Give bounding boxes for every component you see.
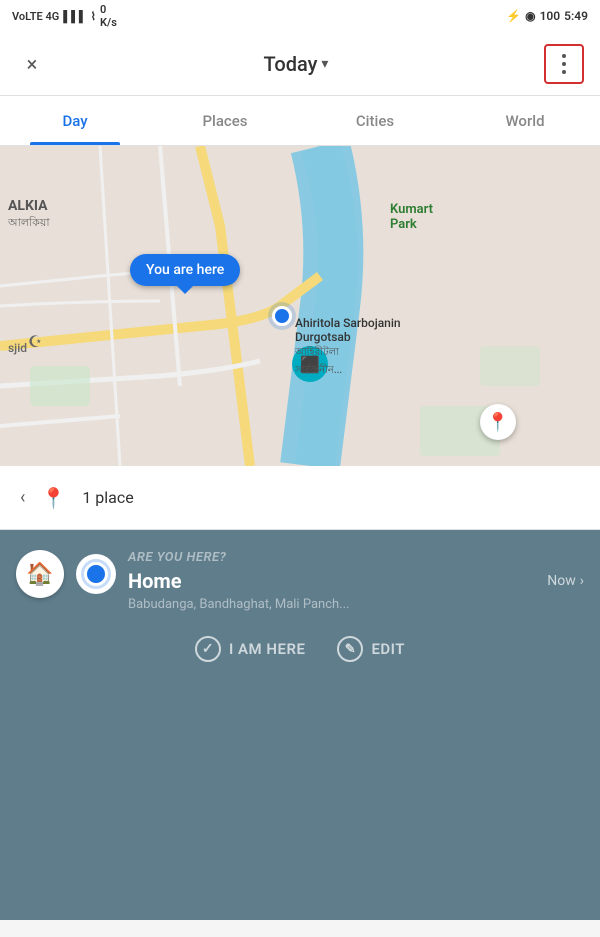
wifi-icon: ⌇ <box>91 10 96 23</box>
dropdown-arrow-icon[interactable]: ▾ <box>321 56 328 72</box>
bluetooth-icon: ⚡ <box>506 9 521 23</box>
action-buttons: ✓ I AM HERE ✎ EDIT <box>16 636 584 662</box>
you-are-here-label: You are here <box>130 254 240 286</box>
status-right: ⚡ ◉ 100 5:49 <box>506 9 588 23</box>
more-options-button[interactable] <box>544 44 584 84</box>
close-button[interactable]: × <box>16 48 48 80</box>
edit-button[interactable]: ✎ EDIT <box>337 636 405 662</box>
card-place-name: Home <box>128 569 182 593</box>
map-label-alkia: ALKIA <box>8 198 48 214</box>
tab-day[interactable]: Day <box>0 96 150 145</box>
battery-level: 100 <box>540 9 561 23</box>
mosque-icon: ☪ <box>28 332 42 351</box>
tab-world[interactable]: World <box>450 96 600 145</box>
tab-cities[interactable]: Cities <box>300 96 450 145</box>
data-speed: 0K/s <box>100 3 117 29</box>
tab-places[interactable]: Places <box>150 96 300 145</box>
map-label-ahiritola: Ahiritola SarbojaninDurgotsabআহিরীটলাসার… <box>295 316 401 380</box>
card-content: ARE YOU HERE? Home Now › Babudanga, Band… <box>128 550 584 612</box>
map-view[interactable]: ⬛ 🏛 ALKIA আলকিয়া KumartPark Ahiritola S… <box>0 146 600 466</box>
clock: 5:49 <box>564 9 588 23</box>
places-count-label: 1 place <box>82 488 133 507</box>
location-pin-icon: 📍 <box>41 486 66 510</box>
card-address: Babudanga, Bandhaghat, Mali Panch... <box>128 597 584 612</box>
location-icon: ◉ <box>525 9 535 23</box>
location-dot-inner <box>84 562 108 586</box>
header: × Today ▾ <box>0 32 600 96</box>
i-am-here-label: I AM HERE <box>229 640 305 658</box>
card-time: Now › <box>547 573 584 589</box>
carrier-label: VoLTE 4G <box>12 10 59 23</box>
header-title-text: Today <box>264 52 318 76</box>
map-label-masjid: sjid <box>8 341 27 355</box>
checkmark-icon: ✓ <box>195 636 221 662</box>
location-card: 🏠 ARE YOU HERE? Home Now › Babudanga, Ba… <box>16 550 584 612</box>
tab-bar: Day Places Cities World <box>0 96 600 146</box>
card-section: 🏠 ARE YOU HERE? Home Now › Babudanga, Ba… <box>0 530 600 920</box>
map-label-alkia-bn: আলকিয়া <box>8 214 50 233</box>
map-label-kumartpark: KumartPark <box>390 202 433 232</box>
card-name-row: Home Now › <box>128 569 584 593</box>
place-pin[interactable]: 📍 <box>480 404 516 440</box>
info-strip: ‹ 📍 1 place <box>0 466 600 530</box>
edit-pencil-icon: ✎ <box>337 636 363 662</box>
signal-icon: ▌▌▌ <box>63 10 86 23</box>
home-icon-circle: 🏠 <box>16 550 64 598</box>
back-arrow-button[interactable]: ‹ <box>20 487 25 508</box>
location-dot-small <box>76 554 116 594</box>
status-left: VoLTE 4G ▌▌▌ ⌇ 0K/s <box>12 3 117 29</box>
edit-label: EDIT <box>371 640 405 658</box>
i-am-here-button[interactable]: ✓ I AM HERE <box>195 636 305 662</box>
current-location-dot <box>272 306 292 326</box>
header-title: Today ▾ <box>264 52 329 76</box>
three-dots-icon <box>562 54 566 74</box>
pin-icon: 📍 <box>487 412 509 433</box>
home-icon: 🏠 <box>26 562 53 587</box>
card-question: ARE YOU HERE? <box>128 550 584 565</box>
status-bar: VoLTE 4G ▌▌▌ ⌇ 0K/s ⚡ ◉ 100 5:49 <box>0 0 600 32</box>
chevron-right-icon: › <box>580 573 584 589</box>
